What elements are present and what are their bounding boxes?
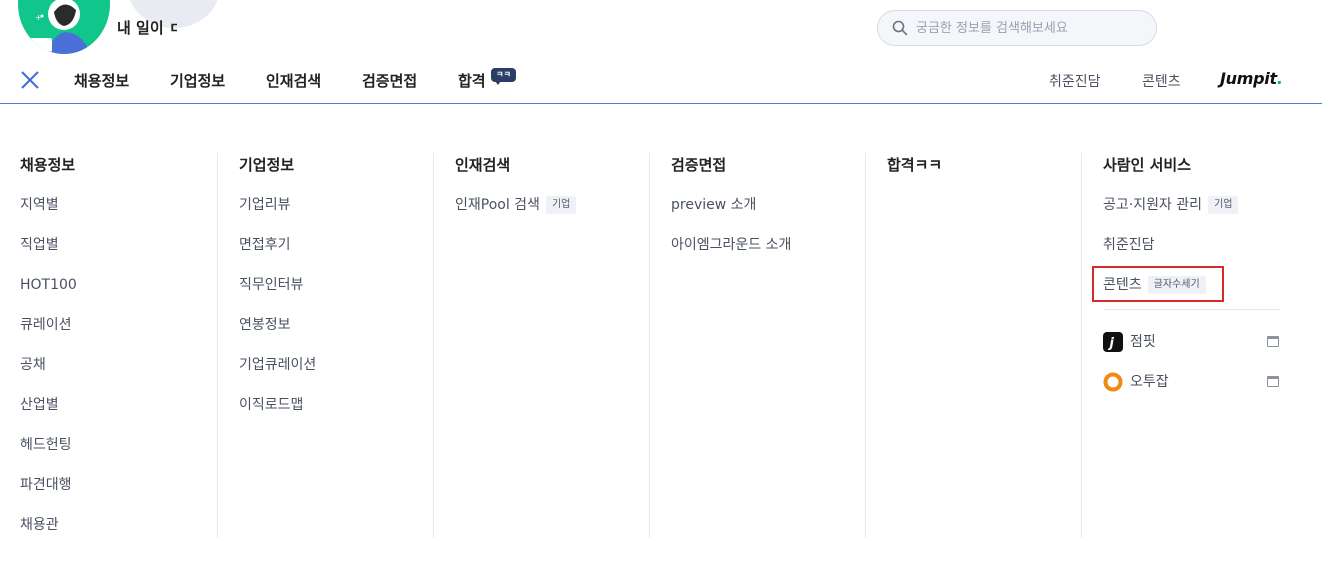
jumpit-logo-text: Jumpit bbox=[1220, 69, 1277, 88]
divider bbox=[1103, 309, 1281, 310]
menu-item-company-curation[interactable]: 기업큐레이션 bbox=[239, 353, 433, 377]
nav-badge: ㅋㅋ bbox=[491, 68, 516, 85]
menu-column-interview: 검증면접 preview 소개 아이엠그라운드 소개 bbox=[649, 153, 865, 538]
otojob-icon bbox=[1103, 372, 1123, 392]
menu-column-jobs: 채용정보 지역별 직업별 HOT100 큐레이션 공채 산업별 헤드헌팅 파견대… bbox=[0, 153, 216, 538]
menu-item-recruit-manage[interactable]: 공고·지원자 관리 기업 bbox=[1103, 193, 1322, 217]
svg-text:+: + bbox=[35, 13, 42, 22]
menu-item-career-roadmap[interactable]: 이직로드맵 bbox=[239, 393, 433, 417]
nav-item-contents[interactable]: 콘텐츠 bbox=[1142, 71, 1181, 91]
menu-item-curation[interactable]: 큐레이션 bbox=[20, 313, 216, 337]
column-title[interactable]: 기업정보 bbox=[239, 153, 433, 177]
new-window-icon bbox=[1267, 376, 1279, 387]
character-count-tag: 글자수세기 bbox=[1147, 276, 1206, 294]
menu-column-talent: 인재검색 인재Pool 검색 기업 bbox=[433, 153, 649, 538]
search-icon bbox=[892, 20, 908, 36]
menu-item-label: 오투잡 bbox=[1130, 374, 1169, 390]
external-link-otojob[interactable]: 오투잡 bbox=[1103, 370, 1281, 394]
column-title[interactable]: 검증면접 bbox=[671, 153, 865, 177]
nav-item-pass[interactable]: 합격 bbox=[458, 70, 486, 91]
jumpit-icon: j bbox=[1103, 332, 1123, 352]
column-title[interactable]: 인재검색 bbox=[455, 153, 649, 177]
column-title[interactable]: 채용정보 bbox=[20, 153, 216, 177]
menu-item-industry[interactable]: 산업별 bbox=[20, 393, 216, 417]
menu-item-interview-review[interactable]: 면접후기 bbox=[239, 233, 433, 257]
nav-item-jobs[interactable]: 채용정보 bbox=[74, 70, 129, 91]
svg-text:j: j bbox=[1108, 336, 1115, 351]
menu-item-label: 콘텐츠 bbox=[1103, 277, 1142, 293]
menu-item-hot100[interactable]: HOT100 bbox=[20, 273, 216, 297]
menu-item-company-review[interactable]: 기업리뷰 bbox=[239, 193, 433, 217]
search-input[interactable] bbox=[916, 20, 1146, 36]
main-nav: 채용정보 기업정보 인재검색 검증면접 합격 ㅋㅋ 취준진담 콘텐츠 Jumpi… bbox=[0, 60, 1322, 104]
menu-item-label: 공고·지원자 관리 bbox=[1103, 197, 1203, 213]
menu-item-headhunting[interactable]: 헤드헌팅 bbox=[20, 433, 216, 457]
nav-item-talent[interactable]: 인재검색 bbox=[266, 70, 321, 91]
new-window-icon bbox=[1267, 336, 1279, 347]
menu-item-contents[interactable]: 콘텐츠 글자수세기 bbox=[1092, 266, 1322, 302]
menu-item-talent-pool[interactable]: 인재Pool 검색 기업 bbox=[455, 193, 649, 217]
menu-item-iamground[interactable]: 아이엠그라운드 소개 bbox=[671, 233, 865, 257]
menu-item-job[interactable]: 직업별 bbox=[20, 233, 216, 257]
menu-item-preview[interactable]: preview 소개 bbox=[671, 193, 865, 217]
menu-item-dispatch[interactable]: 파견대행 bbox=[20, 473, 216, 497]
search-box[interactable] bbox=[877, 10, 1157, 46]
close-icon bbox=[21, 71, 39, 89]
company-tag: 기업 bbox=[545, 196, 577, 214]
close-menu-button[interactable] bbox=[20, 70, 40, 90]
nav-item-interview[interactable]: 검증면접 bbox=[362, 70, 417, 91]
menu-item-recruit-hall[interactable]: 채용관 bbox=[20, 513, 216, 537]
jumpit-logo-dot: . bbox=[1276, 69, 1283, 88]
menu-item-label: 인재Pool 검색 bbox=[455, 197, 540, 213]
company-tag: 기업 bbox=[1208, 196, 1239, 214]
menu-item-open-recruit[interactable]: 공채 bbox=[20, 353, 216, 377]
menu-item-job-interview[interactable]: 직무인터뷰 bbox=[239, 273, 433, 297]
jumpit-logo[interactable]: Jumpit. bbox=[1220, 69, 1283, 88]
menu-column-company: 기업정보 기업리뷰 면접후기 직무인터뷰 연봉정보 기업큐레이션 이직로드맵 bbox=[217, 153, 433, 538]
top-banner[interactable]: + 내 일이 ㄷ bbox=[0, 0, 600, 56]
nav-item-company[interactable]: 기업정보 bbox=[170, 70, 225, 91]
column-title: 사람인 서비스 bbox=[1103, 156, 1192, 174]
banner-illustration: + bbox=[18, 0, 110, 54]
menu-item-label: 취준진담 bbox=[1103, 237, 1155, 253]
nav-item-chwijun[interactable]: 취준진담 bbox=[1049, 71, 1101, 91]
menu-item-region[interactable]: 지역별 bbox=[20, 193, 216, 217]
banner-text: 내 일이 ㄷ bbox=[117, 19, 177, 37]
external-link-jumpit[interactable]: j 점핏 bbox=[1103, 330, 1281, 354]
menu-item-label: 점핏 bbox=[1130, 334, 1156, 350]
column-title[interactable]: 합격ㅋㅋ bbox=[887, 153, 1081, 177]
menu-item-salary[interactable]: 연봉정보 bbox=[239, 313, 433, 337]
menu-column-saramin-services: 사람인 서비스 공고·지원자 관리 기업 취준진담 콘텐츠 글자수세기 j 점핏… bbox=[1081, 153, 1322, 538]
menu-item-chwijun-jindam[interactable]: 취준진담 bbox=[1103, 233, 1322, 257]
menu-column-pass: 합격ㅋㅋ bbox=[865, 153, 1081, 538]
